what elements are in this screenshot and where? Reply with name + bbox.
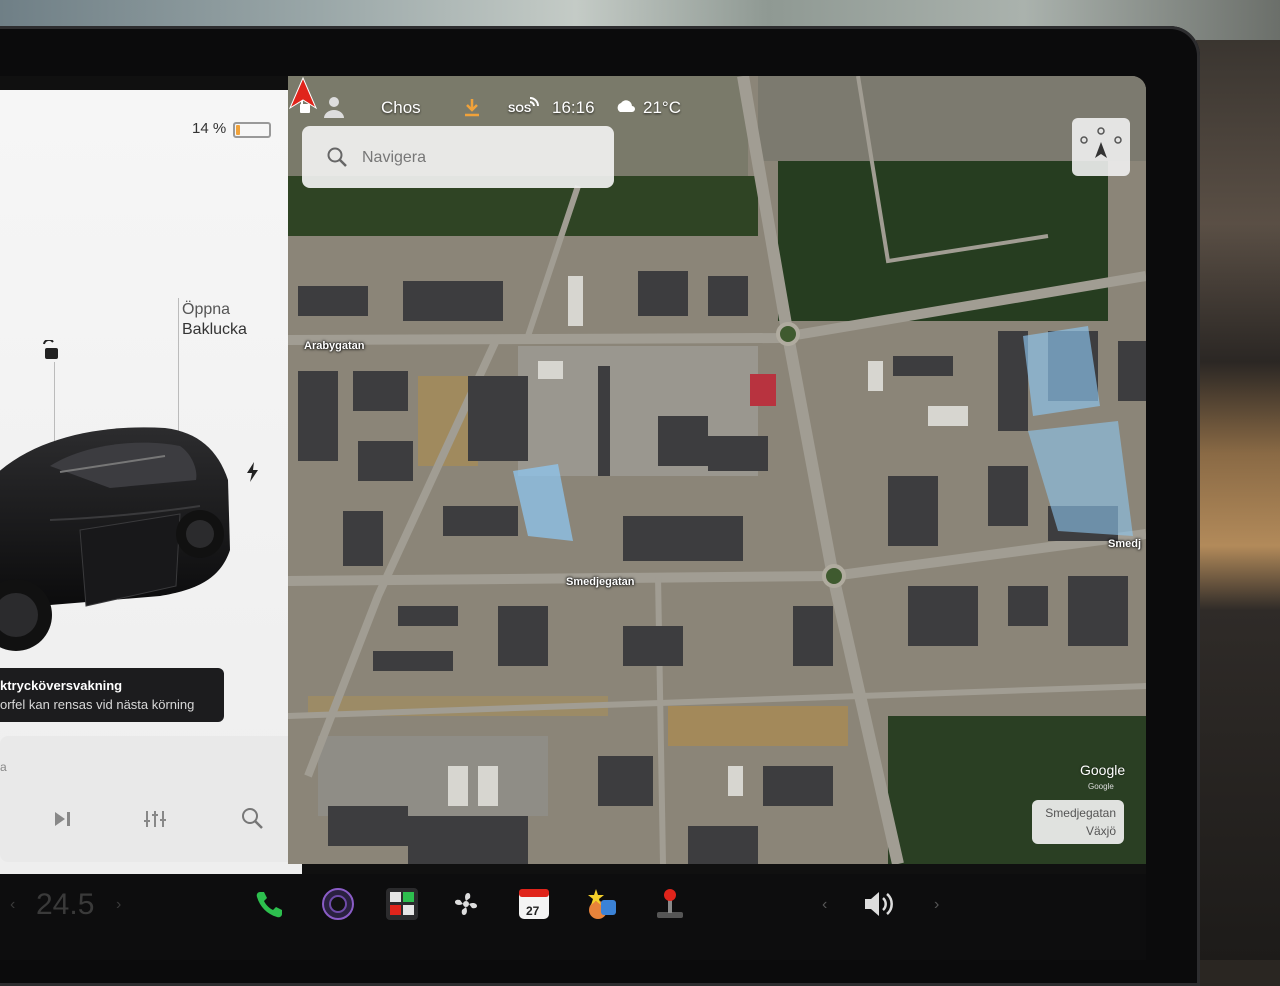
current-location-chip[interactable]: Smedjegatan Växjö — [1032, 800, 1124, 844]
forest-area — [778, 161, 1108, 321]
roundabout — [822, 564, 846, 588]
download-icon — [465, 99, 479, 117]
road-label-arabygatan: Arabygatan — [304, 340, 365, 352]
search-icon — [327, 147, 347, 167]
current-location-arrow-icon — [288, 76, 318, 110]
volume-icon[interactable] — [860, 886, 896, 922]
media-search-icon[interactable] — [240, 806, 266, 832]
current-city: Växjö — [1085, 824, 1116, 838]
equalizer-icon[interactable] — [142, 806, 168, 832]
next-track-icon[interactable] — [50, 806, 76, 832]
fan-icon[interactable] — [448, 886, 484, 922]
media-source-text: a — [0, 760, 7, 774]
clock-time: 16:16 — [552, 98, 595, 117]
apps-icon[interactable] — [384, 886, 420, 922]
road-label-smedjegatan: Smedjegatan — [566, 576, 635, 588]
phone-icon[interactable] — [252, 886, 288, 922]
roundabout — [776, 322, 800, 346]
temp-down-chevron-icon[interactable]: ‹ — [10, 896, 15, 914]
toybox-icon[interactable] — [584, 886, 620, 922]
battery-level-fill — [236, 125, 240, 135]
calendar-day: 27 — [526, 904, 540, 918]
open-trunk-button[interactable]: Öppna Baklucka — [182, 300, 247, 340]
signal-icon — [529, 97, 539, 107]
trunk-name-label: Baklucka — [182, 321, 247, 338]
camera-icon[interactable] — [320, 886, 356, 922]
search-input[interactable] — [360, 144, 604, 172]
touchscreen: 14 % Öppna Baklucka ktrycköversvakning o… — [0, 76, 1146, 960]
map-imagery — [288, 76, 1146, 864]
bottom-dock: ‹ 24.5 › 27 ‹ › — [0, 874, 1146, 960]
battery-percent: 14 % — [192, 120, 227, 137]
battery-icon — [233, 122, 271, 138]
car-image — [0, 427, 230, 651]
charge-port-icon[interactable] — [244, 462, 262, 482]
google-attribution: Google — [1080, 762, 1126, 778]
navigation-search-box[interactable] — [302, 126, 614, 188]
background-interior — [1196, 40, 1280, 960]
car-status-panel: 14 % Öppna Baklucka ktrycköversvakning o… — [0, 90, 302, 874]
satellite-map[interactable]: Chos SOS 16:16 21°C Navigera Arabygatan … — [288, 76, 1146, 864]
volume-down-chevron-icon[interactable]: ‹ — [822, 896, 827, 914]
weather-cloud-icon — [617, 100, 635, 112]
map-orientation-button[interactable] — [1072, 118, 1130, 176]
compass-icon — [1080, 127, 1122, 158]
cabin-temperature[interactable]: 24.5 — [36, 888, 94, 922]
tpms-alert-card[interactable]: ktrycköversvakning orfel kan rensas vid … — [0, 668, 224, 722]
temp-up-chevron-icon[interactable]: › — [116, 896, 121, 914]
unlock-icon[interactable] — [40, 340, 62, 362]
volume-up-chevron-icon[interactable]: › — [934, 896, 939, 914]
road-label-smedjegatan-edge: Smedj — [1108, 538, 1142, 550]
media-player: a — [0, 736, 298, 862]
trunk-action-label: Öppna — [182, 301, 231, 318]
profile-name[interactable]: Chos — [381, 98, 421, 118]
outside-temperature: 21°C — [643, 98, 681, 117]
current-street: Smedjegatan — [1045, 806, 1116, 820]
google-attribution-small: Google — [1088, 782, 1114, 791]
joystick-icon[interactable] — [652, 886, 688, 922]
tpms-alert-message: orfel kan rensas vid nästa körning — [0, 697, 195, 712]
tpms-alert-title: ktrycköversvakning — [0, 678, 123, 693]
